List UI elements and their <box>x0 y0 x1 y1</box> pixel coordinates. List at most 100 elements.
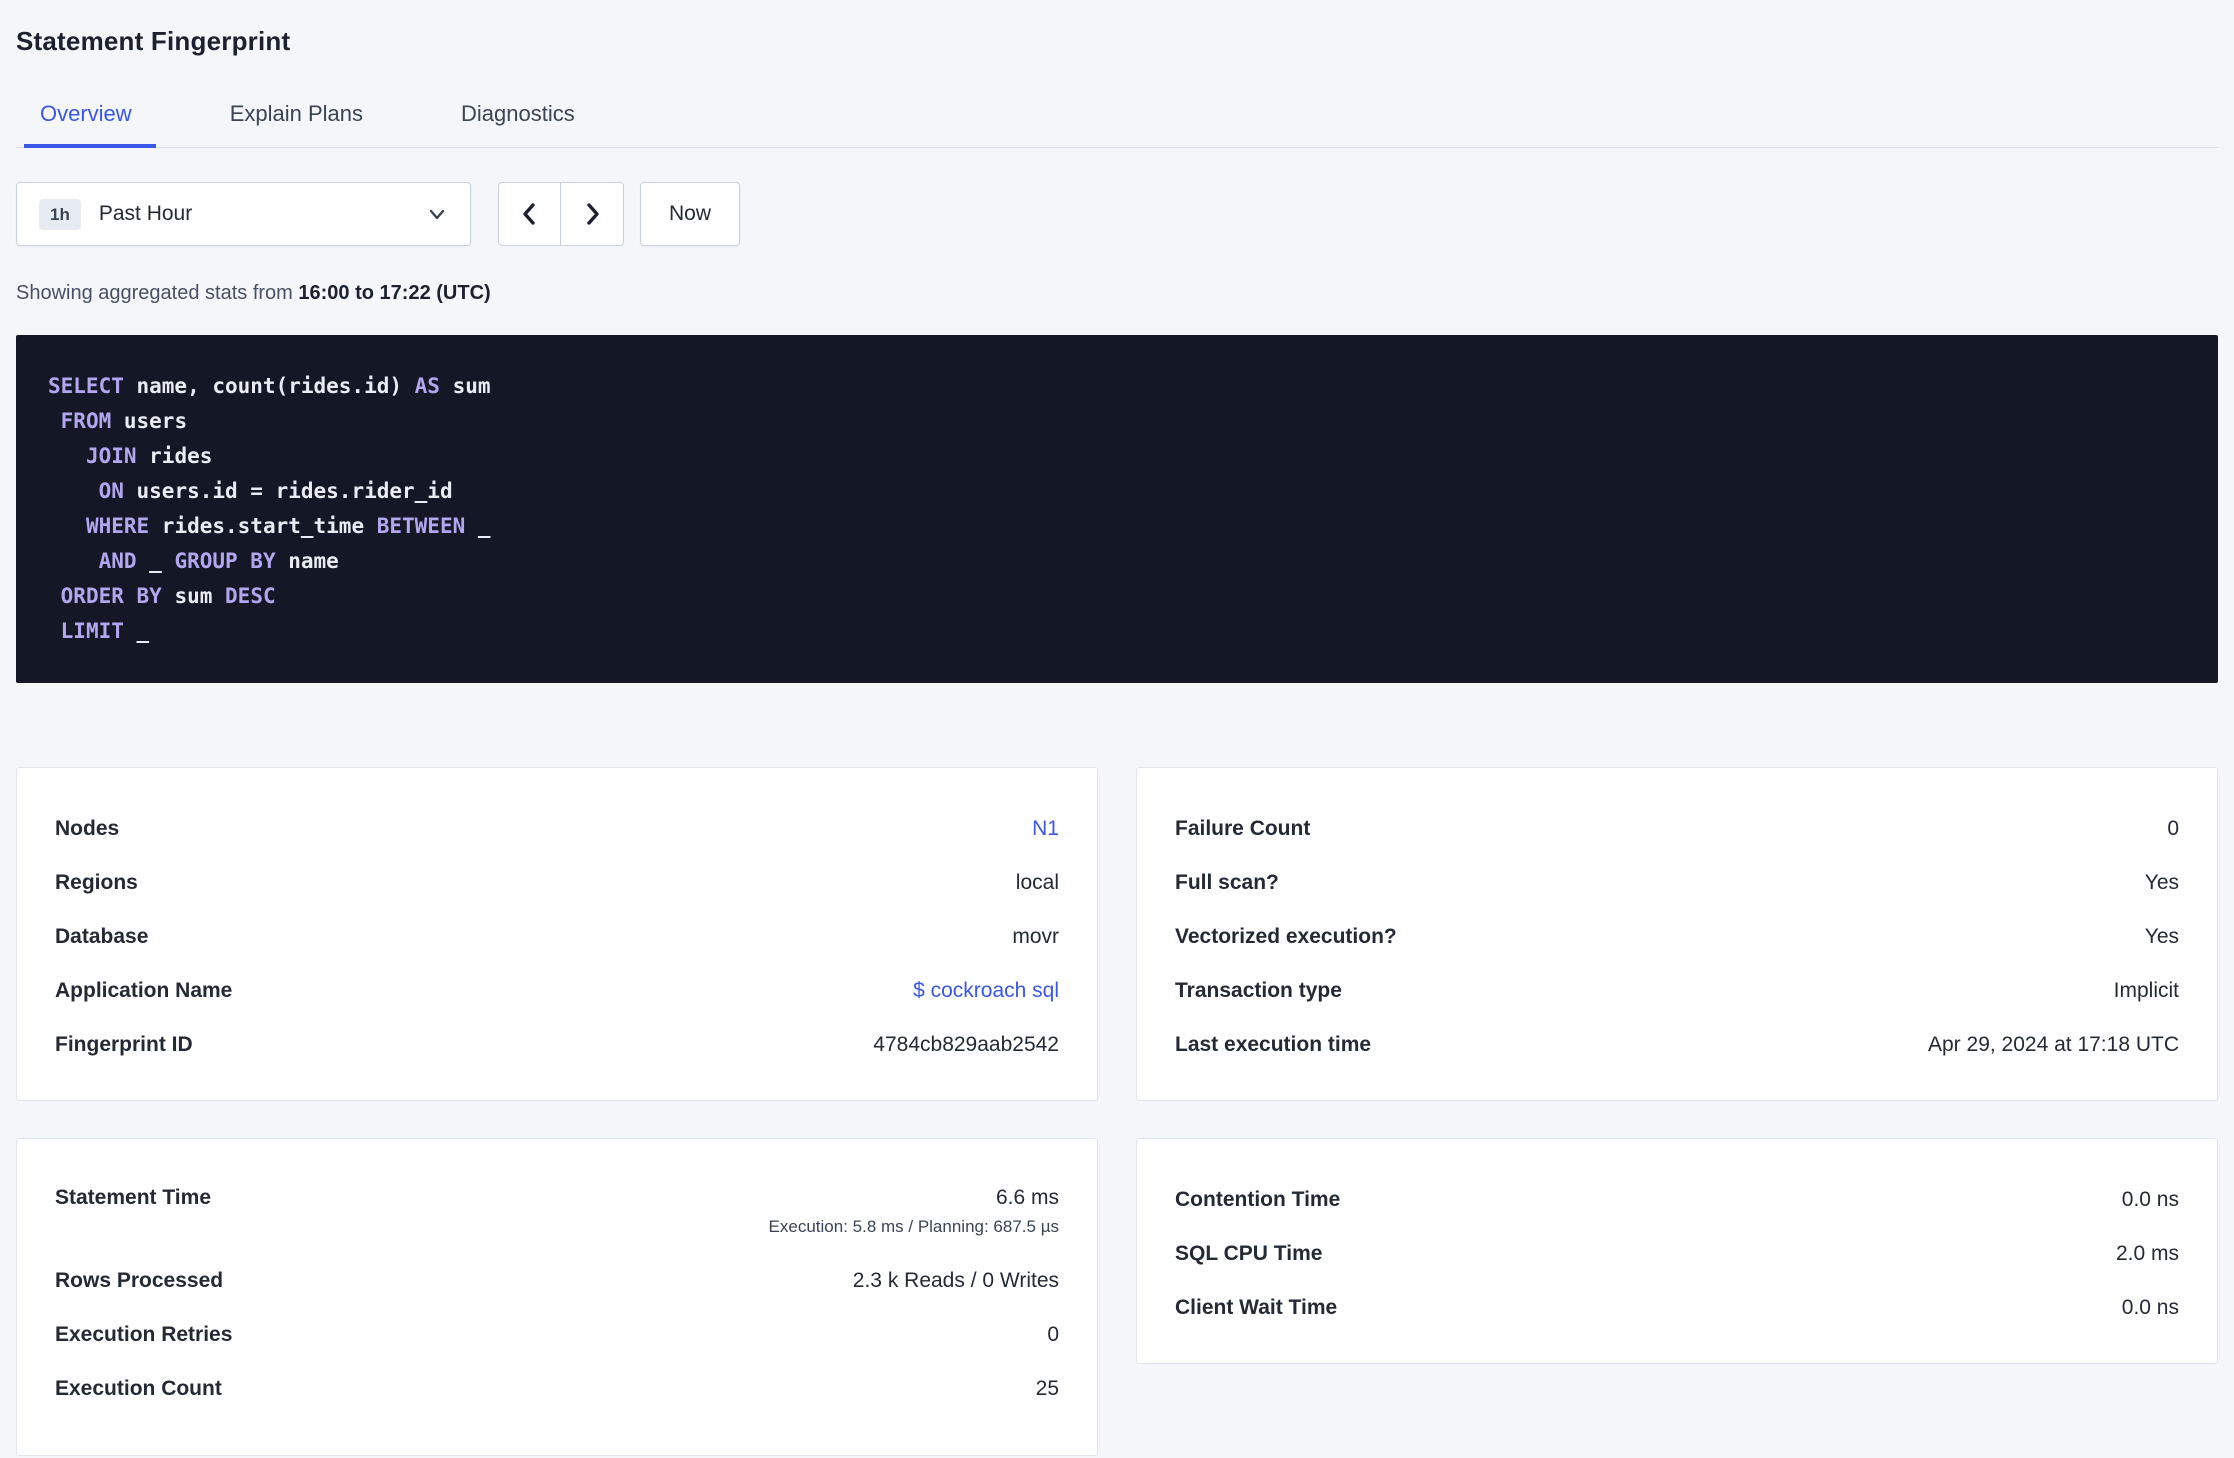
card-row: Regions local <box>55 856 1059 910</box>
row-label: Full scan? <box>1175 871 1279 894</box>
row-label: Contention Time <box>1175 1188 1341 1211</box>
sql-keyword: ON <box>98 479 124 503</box>
time-range-dropdown[interactable]: 1h Past Hour <box>16 182 471 246</box>
card-row: Execution Count 25 <box>55 1362 1059 1416</box>
card-row: Failure Count 0 <box>1175 802 2179 856</box>
row-value-wrap: local <box>1016 871 1059 895</box>
statement-fingerprint-page: Statement Fingerprint Overview Explain Pl… <box>0 0 2234 1456</box>
row-value: 25 <box>1035 1377 1059 1400</box>
sql-keyword: BETWEEN <box>376 514 466 538</box>
row-value-wrap: 6.6 ms Execution: 5.8 ms / Planning: 687.… <box>769 1186 1059 1237</box>
page-title: Statement Fingerprint <box>16 26 291 56</box>
row-value-wrap: 2.0 ms <box>2116 1242 2179 1266</box>
sql-text: _ <box>465 514 491 538</box>
card-row: Database movr <box>55 910 1059 964</box>
sql-line: FROM users <box>48 404 2186 439</box>
sql-text: name, count(rides.id) <box>123 374 415 398</box>
sql-keyword: AND <box>98 549 137 573</box>
sql-line: SELECT name, count(rides.id) AS sum <box>48 369 2186 404</box>
sql-text: users.id = rides.rider_id <box>123 479 453 503</box>
row-value: 0 <box>1047 1323 1059 1346</box>
tab-explain-plans[interactable]: Explain Plans <box>214 101 387 147</box>
tab-bar: Overview Explain Plans Diagnostics <box>16 101 2218 148</box>
overview-card: Nodes N1 Regions local Database movr Applicati… <box>16 767 1098 1101</box>
row-value-wrap: 0 <box>2167 817 2179 841</box>
sql-text: rides <box>136 444 213 468</box>
row-value-link[interactable]: $ cockroach sql <box>913 979 1059 1003</box>
row-value: Yes <box>2144 925 2179 948</box>
interval-nav-group <box>498 182 624 246</box>
sql-line: JOIN rides <box>48 439 2186 474</box>
sql-text: name <box>275 549 339 573</box>
row-value: 6.6 ms <box>995 1186 1059 1209</box>
row-value: 2.0 ms <box>2115 1242 2179 1265</box>
row-label: Transaction type <box>1175 979 1342 1002</box>
sql-keyword: SELECT <box>48 374 124 398</box>
sql-line: ORDER BY sum DESC <box>48 579 2186 614</box>
card-row: Contention Time 0.0 ns <box>1175 1173 2179 1227</box>
next-interval-button[interactable] <box>561 182 624 246</box>
row-value: 0.0 ns <box>2121 1296 2179 1319</box>
prev-interval-button[interactable] <box>498 182 561 246</box>
tab-diagnostics[interactable]: Diagnostics <box>445 101 599 147</box>
timing-card: Statement Time 6.6 ms Execution: 5.8 ms / … <box>16 1138 1098 1456</box>
details-card: Failure Count 0 Full scan? Yes Vectorized ex… <box>1136 767 2218 1101</box>
row-value-wrap: Yes <box>2145 871 2179 895</box>
row-subvalue: Execution: 5.8 ms / Planning: 687.5 µs <box>768 1217 1059 1236</box>
sql-keyword: LIMIT <box>60 619 124 643</box>
sql-keyword: JOIN <box>85 444 137 468</box>
row-label: SQL CPU Time <box>1175 1242 1323 1265</box>
aggregated-stats-caption: Showing aggregated stats from 16:00 to 1… <box>16 282 2218 305</box>
time-range-badge: 1h <box>39 198 81 230</box>
sql-keyword: ORDER BY <box>60 584 162 608</box>
row-value-wrap: 0.0 ns <box>2122 1296 2179 1320</box>
sql-keyword: FROM <box>60 409 112 433</box>
card-row: SQL CPU Time 2.0 ms <box>1175 1227 2179 1281</box>
details-card-rows: Failure Count 0 Full scan? Yes Vectorized ex… <box>1175 802 2179 1072</box>
row-value: 0.0 ns <box>2121 1188 2179 1211</box>
summary-cards-row: Nodes N1 Regions local Database movr Applicati… <box>16 767 2218 1101</box>
sql-keyword: DESC <box>225 584 276 608</box>
row-value-wrap: 0.0 ns <box>2122 1188 2179 1212</box>
sql-text: _ <box>123 619 150 643</box>
card-row: Full scan? Yes <box>1175 856 2179 910</box>
row-value-wrap: 25 <box>1036 1377 1059 1401</box>
sql-text: sum <box>161 584 226 608</box>
card-row: Rows Processed 2.3 k Reads / 0 Writes <box>55 1254 1059 1308</box>
now-button[interactable]: Now <box>640 182 741 246</box>
row-label: Failure Count <box>1175 817 1311 840</box>
sql-line: ON users.id = rides.rider_id <box>48 474 2186 509</box>
row-value-link[interactable]: N1 <box>1032 817 1059 841</box>
sql-text: rides.start_time <box>149 514 377 538</box>
tab-overview[interactable]: Overview <box>24 101 156 148</box>
row-value: Implicit <box>2113 979 2179 1002</box>
row-value-wrap: N1 <box>1032 817 1059 841</box>
card-row: Transaction type Implicit <box>1175 964 2179 1018</box>
sql-keyword: AS <box>414 374 440 398</box>
card-row: Last execution time Apr 29, 2024 at 17:18… <box>1175 1018 2179 1072</box>
row-value-wrap: movr <box>1012 925 1059 949</box>
row-value-wrap: 0 <box>1047 1323 1059 1347</box>
sql-text: _ <box>136 549 175 573</box>
row-value-wrap: 2.3 k Reads / 0 Writes <box>853 1269 1059 1293</box>
row-label: Database <box>55 925 149 948</box>
row-value-wrap: Yes <box>2145 925 2179 949</box>
row-label: Client Wait Time <box>1175 1296 1338 1319</box>
timing-card-rows: Statement Time 6.6 ms Execution: 5.8 ms / … <box>55 1173 1059 1416</box>
row-label: Fingerprint ID <box>55 1033 193 1056</box>
sql-line: WHERE rides.start_time BETWEEN _ <box>48 509 2186 544</box>
row-value: 0 <box>2167 817 2179 840</box>
sql-statement-box: SELECT name, count(rides.id) AS sum FROM… <box>16 335 2218 683</box>
row-value: 2.3 k Reads / 0 Writes <box>852 1269 1059 1292</box>
row-label: Statement Time <box>55 1186 211 1209</box>
overview-card-rows: Nodes N1 Regions local Database movr Applicati… <box>55 802 1059 1072</box>
time-range-label: Past Hour <box>98 202 193 225</box>
row-label: Last execution time <box>1175 1033 1372 1056</box>
row-value-wrap: Implicit <box>2114 979 2179 1003</box>
sql-code: SELECT name, count(rides.id) AS sum FROM… <box>48 369 2186 649</box>
